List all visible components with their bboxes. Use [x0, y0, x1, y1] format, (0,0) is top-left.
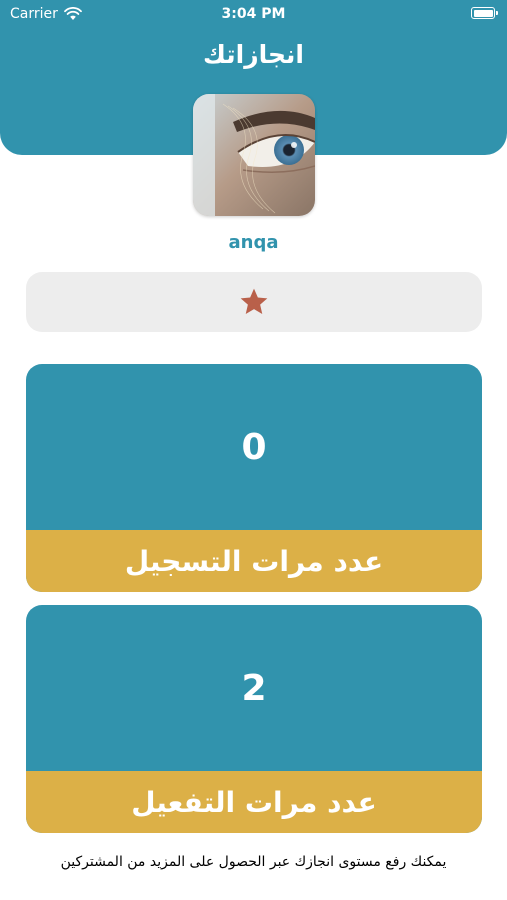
- registration-count-value: 0: [241, 426, 267, 468]
- activation-count-label: عدد مرات التفعيل: [26, 771, 482, 833]
- footer-note: يمكنك رفع مستوى انجازك عبر الحصول على ال…: [60, 854, 447, 870]
- avatar-image: [193, 94, 315, 216]
- status-time: 3:04 PM: [221, 6, 286, 22]
- activation-count-value: 2: [241, 667, 267, 709]
- registration-count-label: عدد مرات التسجيل: [26, 530, 482, 592]
- rating-box: [26, 272, 482, 332]
- page-title: انجازاتك: [203, 40, 304, 69]
- star-icon: [240, 288, 268, 314]
- avatar: [193, 94, 315, 216]
- registration-count-card: 0 عدد مرات التسجيل: [26, 364, 482, 592]
- status-bar: Carrier 3:04 PM: [0, 0, 507, 28]
- username: anqa: [228, 232, 279, 253]
- activation-count-card: 2 عدد مرات التفعيل: [26, 605, 482, 833]
- battery-icon: [471, 7, 498, 19]
